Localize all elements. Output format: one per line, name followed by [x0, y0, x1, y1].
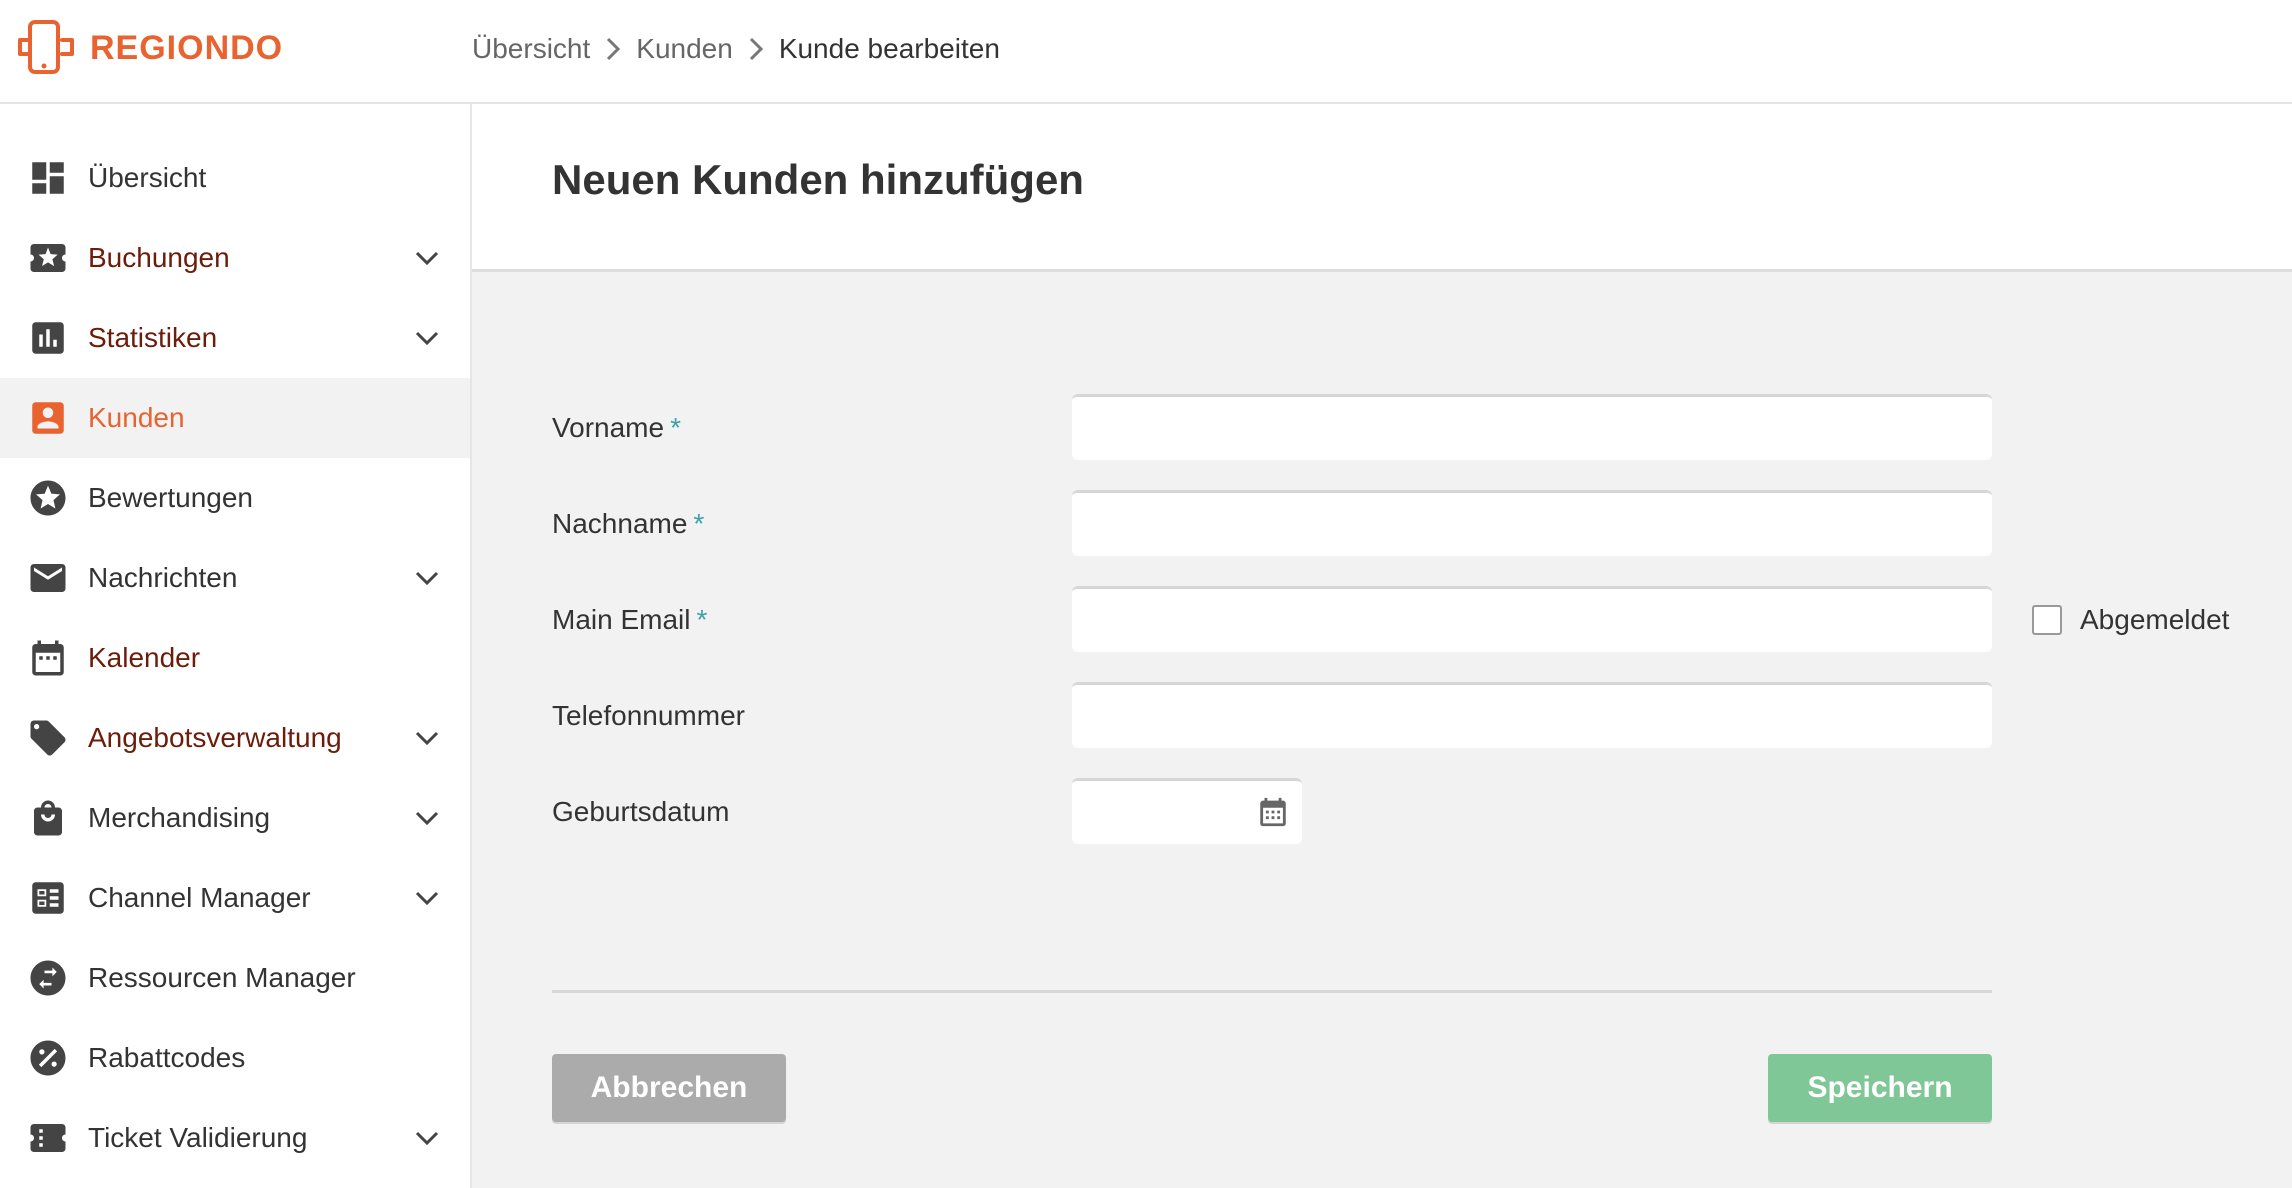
sidebar-item-ticket-validation[interactable]: Ticket Validierung	[0, 1098, 470, 1178]
sidebar-item-label: Merchandising	[88, 802, 271, 833]
sidebar-item-offer-management[interactable]: Angebotsverwaltung	[0, 698, 470, 778]
title-bar: Neuen Kunden hinzufügen	[472, 104, 2292, 272]
logo-text: REGIONDO	[90, 28, 284, 67]
main-content: Neuen Kunden hinzufügen Vorname * Nachnam…	[472, 104, 2292, 1188]
sidebar-item-label: Channel Manager	[88, 882, 311, 913]
sidebar-item-resource-manager[interactable]: Ressourcen Manager	[0, 938, 470, 1018]
required-marker: *	[693, 508, 705, 539]
chevron-down-icon[interactable]	[412, 323, 442, 353]
chevron-down-icon[interactable]	[412, 803, 442, 833]
birthdate-label-text: Geburtsdatum	[552, 796, 730, 827]
form-divider	[552, 990, 1992, 993]
breadcrumb-edit-customer: Kunde bearbeiten	[778, 33, 1000, 64]
star-icon	[26, 476, 70, 520]
first-name-label: Vorname *	[552, 408, 681, 448]
regiondo-logo[interactable]: REGIONDO	[14, 16, 283, 80]
breadcrumb-customers[interactable]: Kunden	[636, 33, 733, 65]
sidebar-item-label: Statistiken	[88, 322, 218, 353]
sidebar-item-label: Kalender	[88, 642, 201, 673]
phone-label-text: Telefonnummer	[552, 700, 745, 731]
sidebar-item-channel-manager[interactable]: Channel Manager	[0, 858, 470, 938]
birthdate-label: Geburtsdatum	[552, 792, 729, 832]
sidebar-item-reviews[interactable]: Bewertungen	[0, 458, 470, 538]
calendar-icon	[26, 636, 70, 680]
cancel-button[interactable]: Abbrechen	[552, 1054, 786, 1122]
save-button[interactable]: Speichern	[1768, 1054, 1992, 1122]
last-name-label: Nachname *	[552, 504, 704, 544]
channel-grid-icon	[26, 876, 70, 920]
birthdate-input[interactable]	[1072, 781, 1242, 841]
required-marker: *	[670, 412, 681, 443]
ticket-icon	[26, 1116, 70, 1160]
sidebar-item-label: Angebotsverwaltung	[88, 722, 342, 753]
required-marker: *	[696, 604, 708, 635]
sidebar-item-calendar[interactable]: Kalender	[0, 618, 470, 698]
sidebar-item-bookings[interactable]: Buchungen	[0, 218, 470, 298]
sidebar-item-overview[interactable]: Übersicht	[0, 138, 470, 218]
phone-label: Telefonnummer	[552, 696, 745, 736]
ticket-star-icon	[26, 236, 70, 280]
phone-input[interactable]	[1072, 682, 1992, 748]
sidebar-item-merchandising[interactable]: Merchandising	[0, 778, 470, 858]
email-label: Main Email *	[552, 600, 707, 640]
unsubscribed-checkbox-group[interactable]: Abgemeldet	[2032, 600, 2229, 640]
shopping-bag-icon	[26, 796, 70, 840]
unsubscribed-label: Abgemeldet	[2080, 604, 2230, 635]
chevron-down-icon[interactable]	[412, 883, 442, 913]
top-header: REGIONDO Übersicht Kunden Kunde bearbeit…	[0, 0, 2292, 104]
mail-icon	[26, 556, 70, 600]
chevron-down-icon[interactable]	[412, 243, 442, 273]
calendar-icon[interactable]	[1256, 795, 1290, 829]
sidebar: Übersicht Buchungen Statistiken Kunden B…	[0, 104, 472, 1188]
breadcrumb: Übersicht Kunden Kunde bearbeiten	[472, 26, 1000, 72]
email-input[interactable]	[1072, 586, 1992, 652]
percent-icon	[26, 1036, 70, 1080]
dashboard-icon	[26, 156, 70, 200]
sidebar-item-label: Kunden	[88, 402, 185, 433]
bar-chart-icon	[26, 316, 70, 360]
chevron-right-icon	[590, 36, 636, 62]
chevron-down-icon[interactable]	[412, 563, 442, 593]
last-name-input[interactable]	[1072, 490, 1992, 556]
sidebar-item-label: Ressourcen Manager	[88, 962, 356, 993]
chevron-down-icon[interactable]	[412, 1123, 442, 1153]
sidebar-item-label: Rabattcodes	[88, 1042, 246, 1073]
unsubscribed-checkbox[interactable]	[2032, 605, 2062, 635]
tag-icon	[26, 716, 70, 760]
sidebar-item-statistics[interactable]: Statistiken	[0, 298, 470, 378]
customer-icon	[26, 396, 70, 440]
first-name-label-text: Vorname	[552, 412, 665, 443]
sidebar-item-label: Buchungen	[88, 242, 230, 273]
sidebar-item-messages[interactable]: Nachrichten	[0, 538, 470, 618]
sidebar-item-label: Ticket Validierung	[88, 1122, 308, 1153]
page-title: Neuen Kunden hinzufügen	[552, 156, 1084, 203]
last-name-label-text: Nachname	[552, 508, 688, 539]
sidebar-item-label: Nachrichten	[88, 562, 238, 593]
email-label-text: Main Email	[552, 604, 691, 635]
sidebar-item-label: Bewertungen	[88, 482, 254, 513]
sidebar-item-discount-codes[interactable]: Rabattcodes	[0, 1018, 470, 1098]
chevron-right-icon	[733, 36, 779, 62]
chevron-down-icon[interactable]	[412, 723, 442, 753]
birthdate-picker[interactable]	[1072, 778, 1302, 844]
breadcrumb-overview[interactable]: Übersicht	[472, 33, 590, 65]
regiondo-logo-icon	[18, 20, 74, 74]
swap-icon	[26, 956, 70, 1000]
sidebar-item-customers[interactable]: Kunden	[0, 378, 470, 458]
sidebar-item-label: Übersicht	[88, 162, 207, 193]
first-name-input[interactable]	[1072, 394, 1992, 460]
